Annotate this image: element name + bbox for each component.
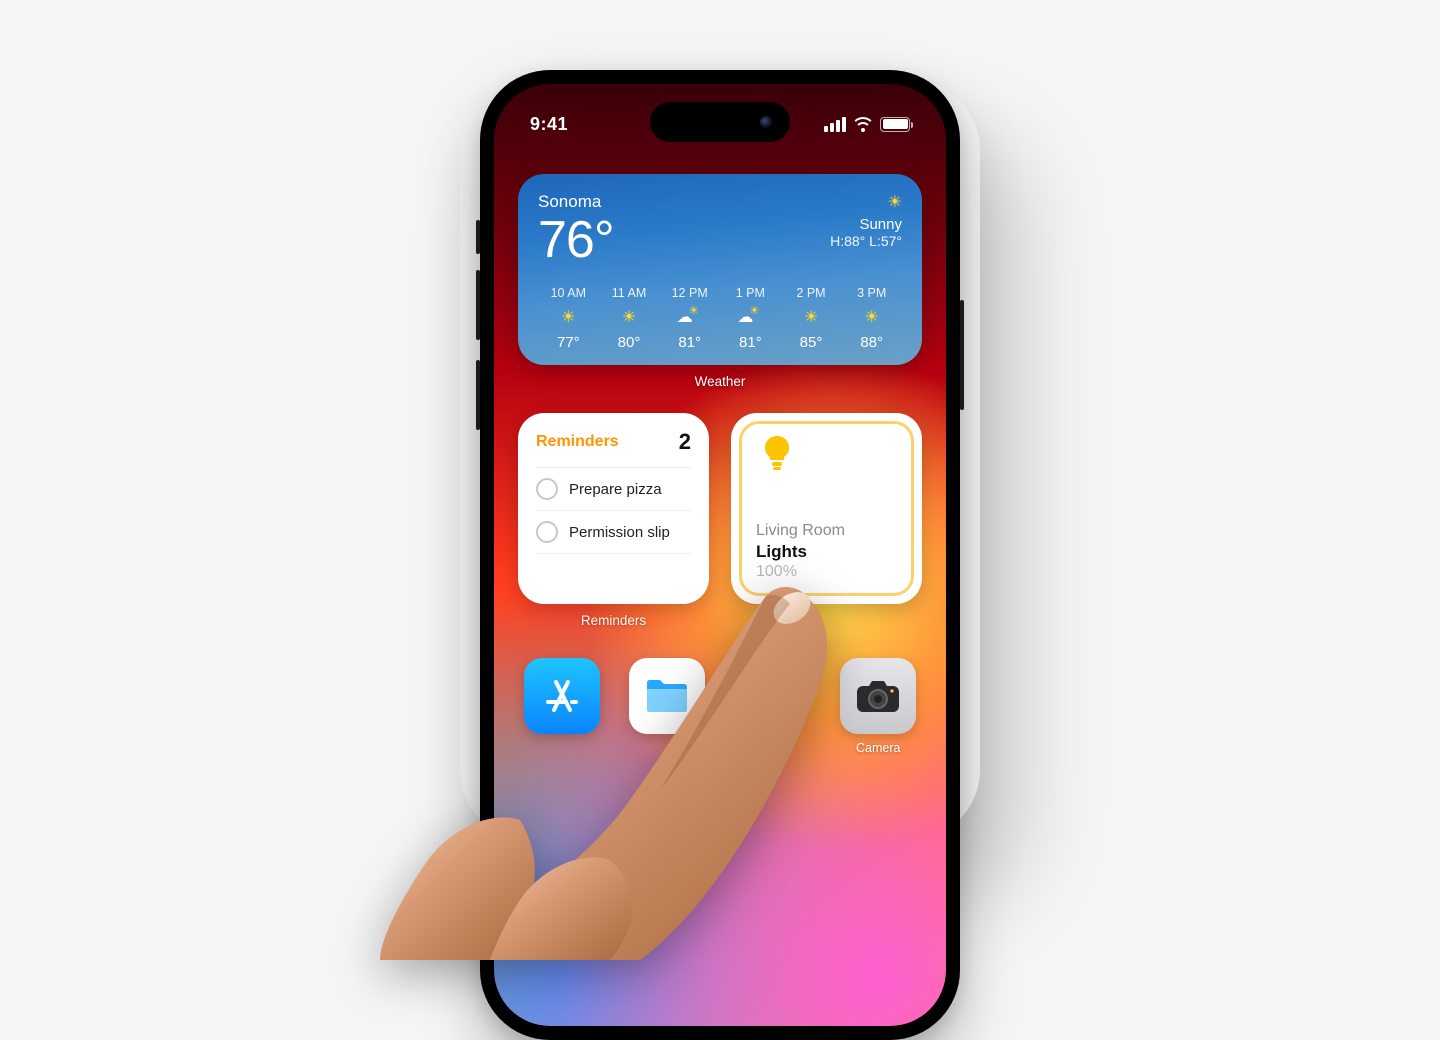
checkbox-circle-icon[interactable] <box>536 478 558 500</box>
phone-frame: 9:41 Sonoma 76° ☀︎ Sunny H:88° L <box>480 70 960 1040</box>
lightbulb-icon <box>762 436 792 478</box>
cloud-sun-icon: ☁︎☀︎ <box>720 307 781 327</box>
reminders-widget[interactable]: Reminders 2 Prepare pizza Permission sli… <box>518 413 709 604</box>
checkbox-circle-icon[interactable] <box>536 521 558 543</box>
sun-icon: ☀︎ <box>841 307 902 327</box>
reminders-title: Reminders <box>536 433 619 451</box>
weather-widget[interactable]: Sonoma 76° ☀︎ Sunny H:88° L:57° 10 AM☀︎7… <box>518 174 922 365</box>
weather-hourly-forecast: 10 AM☀︎77° 11 AM☀︎80° 12 PM☁︎☀︎81° 1 PM☁… <box>538 286 902 351</box>
reminders-count: 2 <box>679 429 691 455</box>
weather-location: Sonoma <box>538 192 614 212</box>
app-appstore[interactable] <box>520 658 604 755</box>
home-widget-label <box>731 613 922 628</box>
home-accessory-name: Lights <box>756 542 897 562</box>
home-lights-widget[interactable]: Living Room Lights 100% <box>731 413 922 604</box>
forecast-hour: 12 PM☁︎☀︎81° <box>659 286 720 351</box>
forecast-hour: 3 PM☀︎88° <box>841 286 902 351</box>
home-screen-apps-row: Camera <box>518 658 922 755</box>
reminder-item[interactable]: Permission slip <box>536 510 691 554</box>
forecast-hour: 11 AM☀︎80° <box>599 286 660 351</box>
dynamic-island <box>650 102 790 142</box>
home-brightness: 100% <box>756 563 897 581</box>
sun-icon: ☀︎ <box>830 192 902 212</box>
reminders-widget-label: Reminders <box>518 613 709 628</box>
battery-icon <box>880 117 910 132</box>
phone-screen: 9:41 Sonoma 76° ☀︎ Sunny H:88° L <box>494 84 946 1026</box>
home-room: Living Room <box>756 522 897 540</box>
weather-high-low: H:88° L:57° <box>830 233 902 249</box>
reminder-text: Permission slip <box>569 524 670 541</box>
reminder-item[interactable]: Prepare pizza <box>536 467 691 510</box>
cellular-signal-icon <box>824 117 846 132</box>
sun-icon: ☀︎ <box>781 307 842 327</box>
weather-temperature: 76° <box>538 214 614 266</box>
forecast-hour: 2 PM☀︎85° <box>781 286 842 351</box>
status-time: 9:41 <box>530 114 568 135</box>
appstore-icon <box>524 658 600 734</box>
weather-condition: Sunny <box>830 216 902 233</box>
app-label-camera: Camera <box>856 741 900 755</box>
app-camera[interactable]: Camera <box>837 658 921 755</box>
cloud-sun-icon: ☁︎☀︎ <box>659 307 720 327</box>
forecast-hour: 1 PM☁︎☀︎81° <box>720 286 781 351</box>
app-files[interactable] <box>626 658 710 755</box>
weather-widget-label: Weather <box>518 374 922 389</box>
reminder-text: Prepare pizza <box>569 481 662 498</box>
forecast-hour: 10 AM☀︎77° <box>538 286 599 351</box>
sun-icon: ☀︎ <box>599 307 660 327</box>
camera-icon <box>840 658 916 734</box>
files-icon <box>629 658 705 734</box>
sun-icon: ☀︎ <box>538 307 599 327</box>
wifi-icon <box>853 117 873 132</box>
